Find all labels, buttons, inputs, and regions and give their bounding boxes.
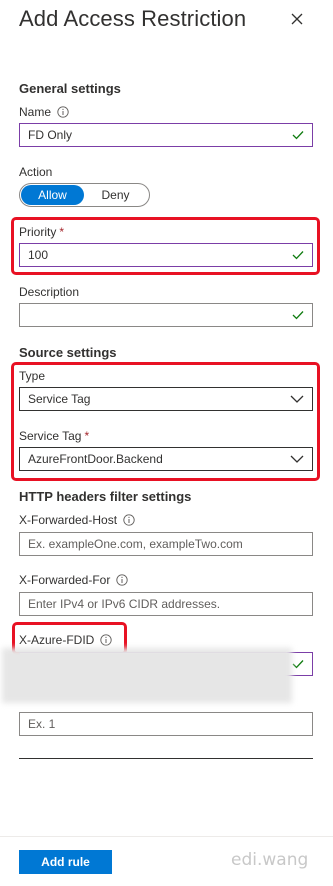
action-label: Action [19, 165, 53, 179]
action-allow-option[interactable]: Allow [21, 185, 84, 205]
forwarded-for-input[interactable]: Enter IPv4 or IPv6 CIDR addresses. [19, 592, 313, 616]
type-select[interactable]: Service Tag [19, 387, 313, 411]
health-probe-placeholder: Ex. 1 [28, 717, 56, 731]
fdid-label-text: X-Azure-FDID [19, 633, 95, 647]
service-tag-value: AzureFrontDoor.Backend [28, 452, 163, 466]
service-tag-label: Service Tag * [19, 429, 89, 443]
general-settings-heading: General settings [19, 81, 121, 96]
required-marker: * [84, 429, 90, 443]
type-label: Type [19, 369, 46, 383]
check-icon [292, 660, 304, 669]
chevron-down-icon [290, 395, 304, 403]
info-icon[interactable] [123, 514, 135, 526]
info-icon[interactable] [57, 106, 69, 118]
chevron-down-icon [290, 455, 304, 463]
priority-label: Priority * [19, 225, 64, 239]
health-probe-input[interactable]: Ex. 1 [19, 712, 313, 736]
priority-value: 100 [28, 248, 49, 262]
service-tag-select[interactable]: AzureFrontDoor.Backend [19, 447, 313, 471]
info-icon[interactable] [100, 634, 112, 646]
forwarded-host-label: X-Forwarded-Host [19, 513, 135, 527]
panel-title: Add Access Restriction [19, 6, 247, 31]
info-icon[interactable] [116, 574, 129, 586]
action-deny-option[interactable]: Deny [84, 185, 147, 205]
forwarded-for-placeholder: Enter IPv4 or IPv6 CIDR addresses. [28, 597, 221, 611]
name-label: Name [19, 105, 69, 119]
close-icon[interactable] [288, 10, 306, 28]
action-toggle[interactable]: Allow Deny [19, 183, 150, 207]
description-label: Description [19, 285, 80, 299]
type-value: Service Tag [28, 392, 91, 406]
priority-label-text: Priority [19, 225, 57, 239]
fdid-label: X-Azure-FDID [19, 633, 112, 647]
watermark: edi.wang [231, 850, 309, 870]
name-label-text: Name [19, 105, 52, 119]
http-headers-heading: HTTP headers filter settings [19, 489, 192, 504]
source-settings-heading: Source settings [19, 345, 117, 360]
forwarded-for-label: X-Forwarded-For [19, 573, 129, 587]
check-icon [292, 251, 304, 260]
check-icon [292, 311, 304, 320]
forwarded-host-label-text: X-Forwarded-Host [19, 513, 118, 527]
name-field[interactable]: FD Only [19, 123, 313, 147]
forwarded-for-label-text: X-Forwarded-For [19, 573, 111, 587]
name-value: FD Only [28, 128, 73, 142]
required-marker: * [59, 225, 65, 239]
forwarded-host-placeholder: Ex. exampleOne.com, exampleTwo.com [28, 537, 243, 551]
service-tag-label-text: Service Tag [19, 429, 82, 443]
description-field[interactable] [19, 303, 313, 327]
footer-divider [0, 836, 333, 837]
add-rule-button[interactable]: Add rule [19, 850, 112, 874]
section-divider [19, 758, 313, 759]
forwarded-host-input[interactable]: Ex. exampleOne.com, exampleTwo.com [19, 532, 313, 556]
priority-field[interactable]: 100 [19, 243, 313, 267]
fdid-input[interactable] [19, 652, 313, 676]
check-icon [292, 131, 304, 140]
